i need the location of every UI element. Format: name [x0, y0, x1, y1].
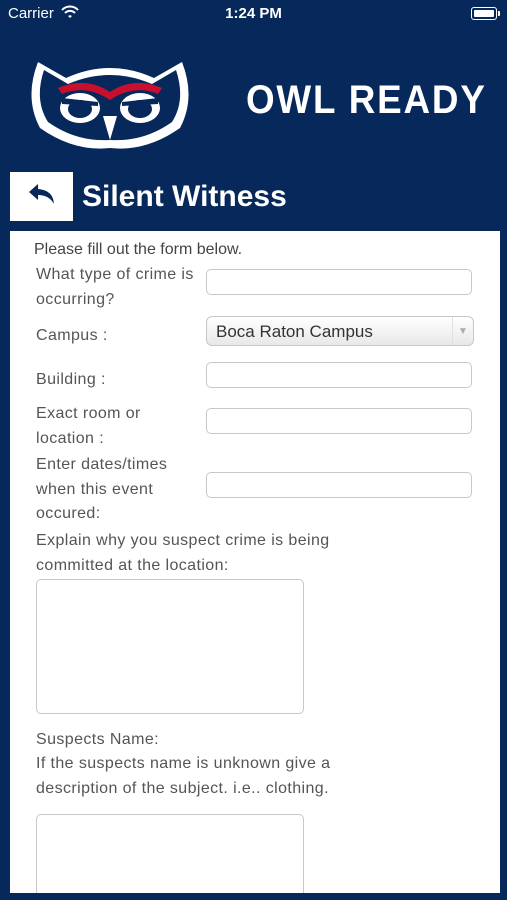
explain-textarea[interactable] [36, 579, 304, 714]
campus-label: Campus : [36, 327, 108, 344]
location-label: Exact room or location : [36, 405, 141, 447]
silent-witness-form: Please fill out the form below. What typ… [10, 231, 500, 893]
explain-label: Explain why you suspect crime is being c… [36, 532, 330, 574]
crime-type-label: What type of crime is occurring? [36, 266, 194, 308]
suspects-textarea[interactable] [36, 814, 304, 893]
back-button[interactable] [10, 172, 73, 221]
suspects-hint: If the suspects name is unknown give a d… [36, 755, 331, 797]
campus-select[interactable]: Boca Raton Campus ▼ [206, 316, 474, 346]
building-label: Building : [36, 371, 106, 388]
crime-type-input[interactable] [206, 269, 472, 295]
dropdown-arrow-icon: ▼ [452, 317, 473, 345]
page-title: Silent Witness [82, 180, 287, 213]
dates-label: Enter dates/times when this event occure… [36, 456, 168, 522]
campus-selected-value: Boca Raton Campus [216, 322, 373, 341]
building-input[interactable] [206, 362, 472, 388]
location-input[interactable] [206, 408, 472, 434]
form-intro: Please fill out the form below. [34, 241, 243, 258]
back-arrow-icon [27, 182, 57, 211]
owl-logo [18, 48, 203, 152]
dates-input[interactable] [206, 472, 472, 498]
status-bar: Carrier 1:24 PM [0, 0, 507, 28]
brand-title: OWL READY [246, 78, 487, 122]
status-time: 1:24 PM [225, 5, 282, 22]
suspects-label: Suspects Name: [36, 731, 159, 748]
battery-icon [471, 7, 500, 20]
